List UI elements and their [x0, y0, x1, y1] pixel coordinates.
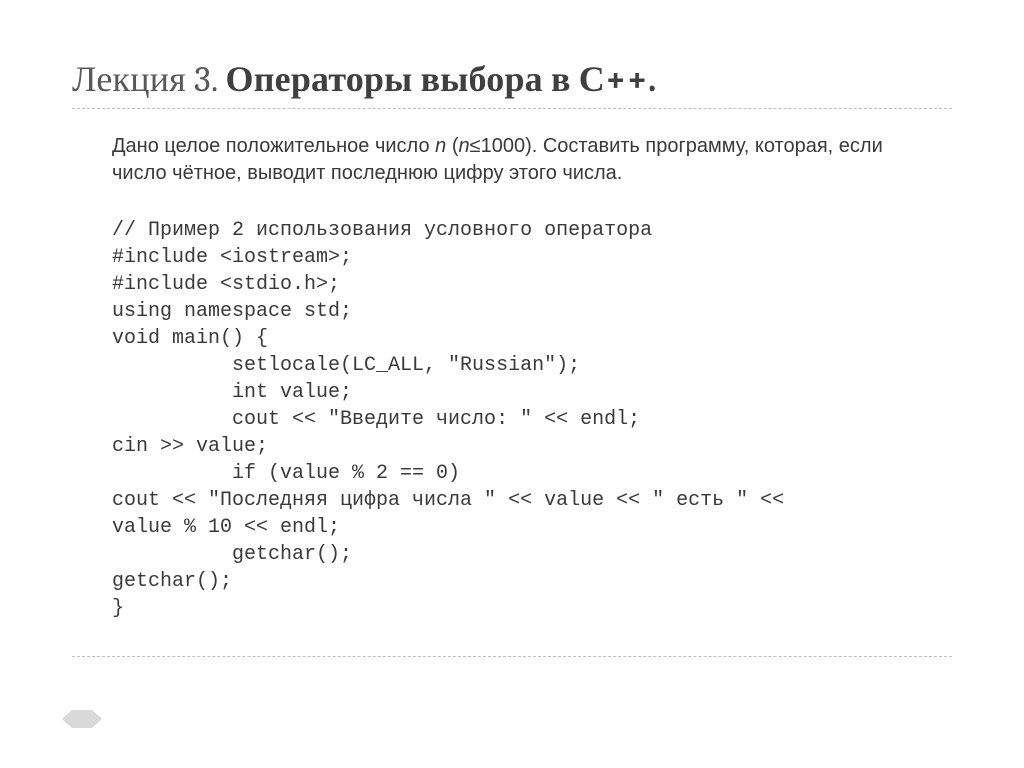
problem-var-n: n — [435, 135, 446, 157]
pager-icon — [72, 710, 92, 728]
slide: Лекция 3. Операторы выбора в С++. Дано ц… — [0, 0, 1024, 768]
problem-text-b: ( — [446, 135, 458, 157]
divider-bottom — [72, 656, 952, 657]
title-prefix: Лекция 3. — [72, 59, 226, 100]
code-block: // Пример 2 использования условного опер… — [112, 217, 952, 622]
problem-text-a: Дано целое положительное число — [112, 135, 435, 157]
problem-var-n2: n — [458, 135, 469, 157]
problem-statement: Дано целое положительное число n (n≤1000… — [112, 133, 932, 187]
title-bold: Операторы выбора в С++. — [226, 59, 657, 100]
slide-title: Лекция 3. Операторы выбора в С++. — [72, 58, 952, 100]
divider-top — [72, 108, 952, 109]
